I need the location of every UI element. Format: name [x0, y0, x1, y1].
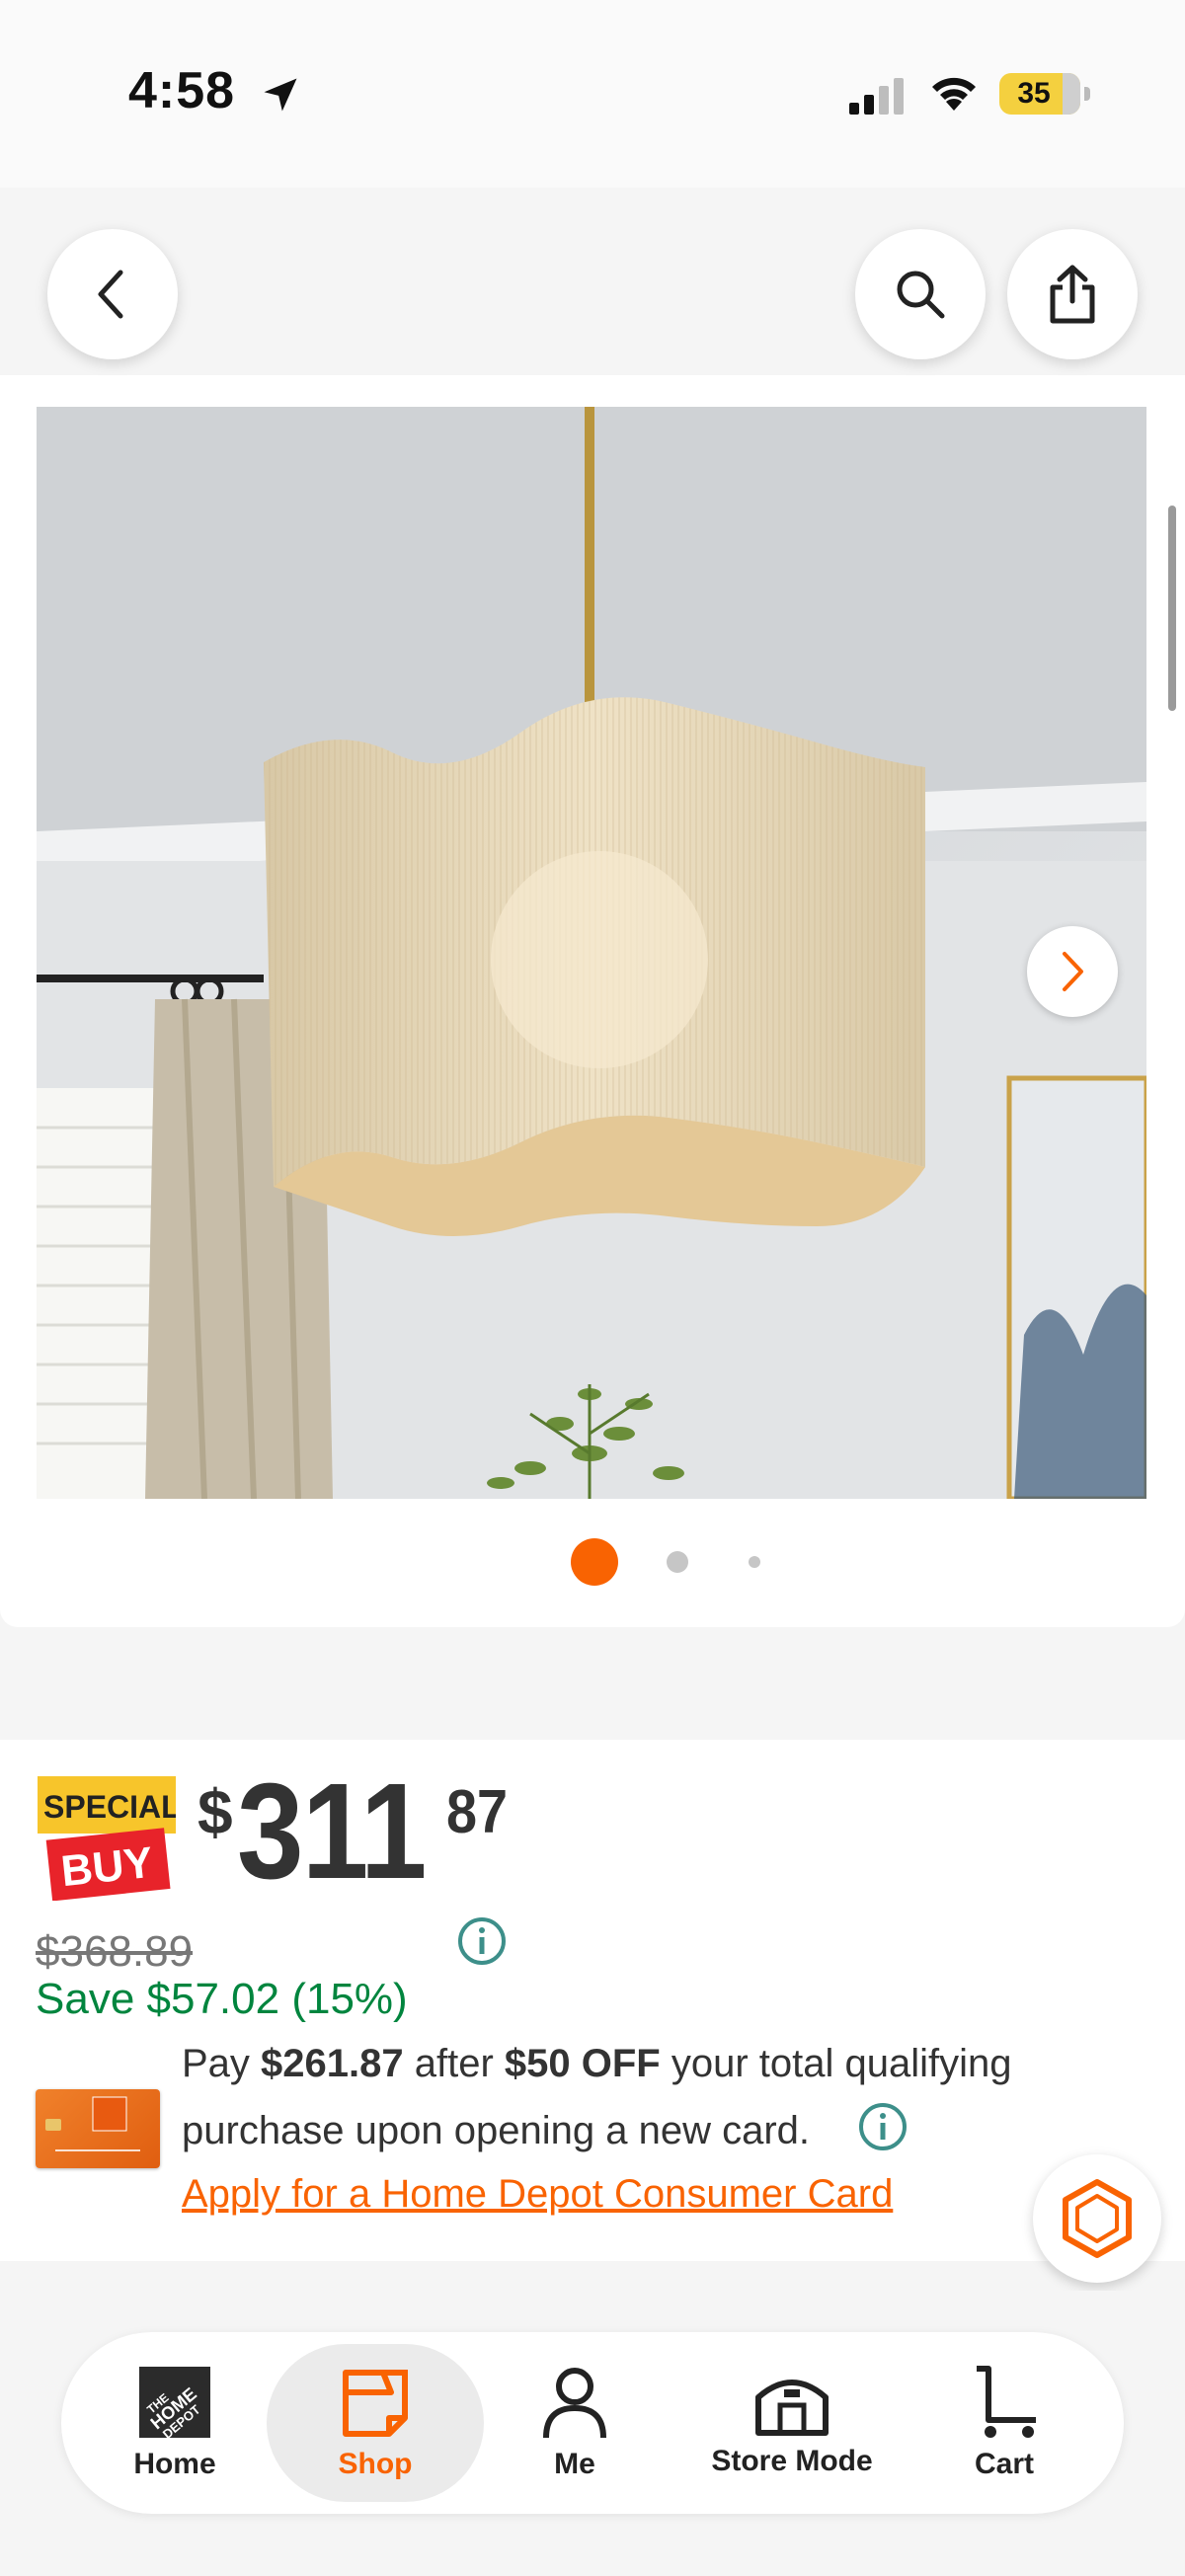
back-button[interactable]: [47, 229, 178, 359]
carousel-dots[interactable]: [0, 1536, 1185, 1586]
chat-hexagon-icon: [1063, 2179, 1132, 2258]
nav-store-mode-label: Store Mode: [711, 2445, 873, 2477]
price-cents: 87: [446, 1778, 509, 1846]
next-image-button[interactable]: [1027, 926, 1118, 1017]
share-button[interactable]: [1007, 229, 1138, 359]
bottom-nav: THE HOME DEPOT Home Shop Me Store Mode C…: [61, 2332, 1124, 2514]
nav-cart-label: Cart: [974, 2448, 1034, 2480]
card-offer-text: Pay $261.87 after $50 OFF your total qua…: [182, 2042, 1012, 2085]
nav-shop-label: Shop: [338, 2448, 413, 2480]
nav-me-label: Me: [554, 2448, 595, 2480]
svg-text:BUY: BUY: [59, 1838, 156, 1896]
search-icon: [897, 271, 945, 319]
wifi-icon: [932, 77, 976, 111]
special-buy-badge: SPECIAL BUY: [38, 1776, 176, 1901]
carousel-dot[interactable]: [667, 1551, 688, 1573]
price-dollar-sign: $: [198, 1776, 233, 1847]
carousel-dot[interactable]: [749, 1556, 760, 1568]
battery-indicator: 35: [999, 73, 1090, 115]
svg-text:SPECIAL: SPECIAL: [43, 1789, 176, 1825]
nav-shop[interactable]: Shop: [267, 2344, 484, 2502]
nav-home-label: Home: [133, 2448, 216, 2480]
shop-icon: [343, 2370, 408, 2437]
home-depot-logo-icon: THE HOME DEPOT: [139, 2367, 210, 2440]
apply-card-link[interactable]: Apply for a Home Depot Consumer Card: [182, 2172, 893, 2217]
card-offer-text-2: purchase upon opening a new card.: [182, 2109, 811, 2152]
info-icon[interactable]: [857, 2101, 908, 2152]
cart-icon: [977, 2366, 1036, 2438]
person-icon: [543, 2368, 606, 2439]
cellular-signal-icon: [849, 78, 904, 115]
location-arrow-icon: [264, 78, 297, 112]
credit-card-image: [36, 2089, 160, 2168]
nav-store-mode[interactable]: Store Mode: [673, 2332, 910, 2514]
nav-cart[interactable]: Cart: [930, 2332, 1078, 2514]
chat-assistant-button[interactable]: [1033, 2154, 1161, 2283]
nav-me[interactable]: Me: [506, 2332, 644, 2514]
info-icon[interactable]: [456, 1915, 508, 1967]
price-dollars: 311: [237, 1756, 427, 1908]
scrollbar[interactable]: [1168, 506, 1176, 711]
nav-home[interactable]: THE HOME DEPOT Home: [101, 2332, 249, 2514]
chevron-left-icon: [98, 270, 123, 319]
battery-level: 35: [1017, 77, 1051, 110]
was-price: $368.89: [36, 1927, 194, 1976]
carousel-dot-active[interactable]: [571, 1538, 618, 1586]
save-amount: Save $57.02 (15%): [36, 1975, 408, 2023]
product-image[interactable]: [37, 407, 1146, 1499]
status-time: 4:58: [128, 62, 236, 119]
store-icon: [755, 2380, 829, 2436]
search-button[interactable]: [855, 229, 986, 359]
status-bar: 4:58 35: [0, 0, 1185, 188]
share-icon: [1050, 265, 1095, 324]
chevron-right-icon: [1063, 952, 1083, 991]
